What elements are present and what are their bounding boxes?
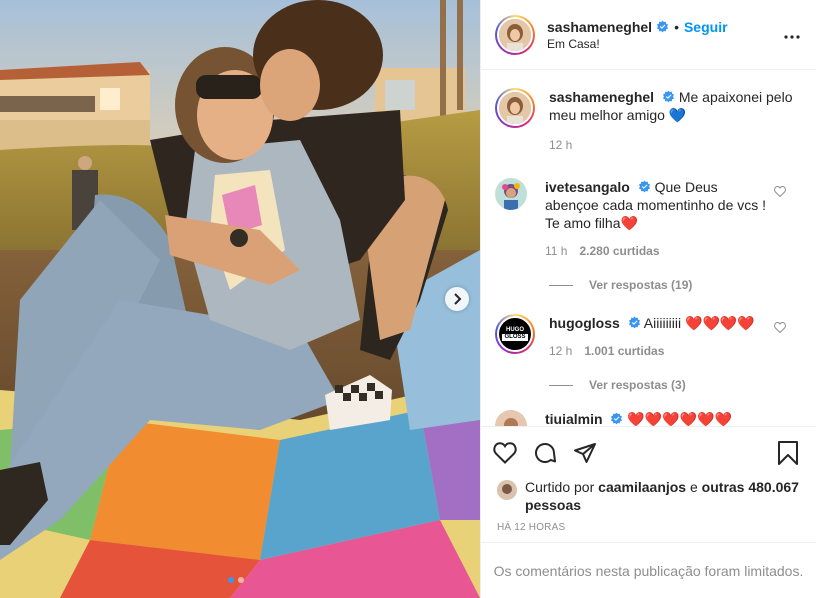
avatar-logo-text: HUGO: [506, 327, 524, 333]
heart-icon: [774, 185, 786, 198]
commenter-avatar[interactable]: HUGO GLOSS: [495, 314, 535, 354]
share-icon: [574, 442, 596, 463]
author-avatar[interactable]: [495, 14, 535, 55]
verified-badge-icon: [657, 20, 669, 33]
comment-likes[interactable]: 1.001 curtidas: [584, 342, 664, 360]
view-replies-button[interactable]: Ver respostas (19): [549, 278, 802, 292]
comment-button[interactable]: [531, 439, 559, 467]
comment-text: Aiiiiiiiii ❤️❤️❤️❤️: [643, 315, 755, 331]
caption-author-avatar[interactable]: [495, 88, 535, 128]
post-side-panel: sashameneghel • Seguir Em Casa! sashamen…: [480, 0, 816, 598]
avatar-logo-text: GLOSS: [502, 334, 528, 341]
liked-by-conj: e: [689, 479, 698, 495]
post-time-ago[interactable]: HÁ 12 HORAS: [481, 514, 816, 542]
comment-like-button[interactable]: [774, 320, 786, 336]
comment-likes[interactable]: 2.280 curtidas: [579, 242, 659, 260]
commenter-username[interactable]: tiuialmin: [545, 411, 603, 426]
carousel-dot: [238, 577, 244, 583]
commenter-username[interactable]: ivetesangalo: [545, 179, 630, 195]
caption-username[interactable]: sashameneghel: [549, 89, 654, 105]
heart-icon: [774, 321, 786, 334]
carousel-indicator: [228, 577, 244, 583]
avatar-photo: [499, 92, 531, 124]
verified-badge-icon: [662, 90, 674, 103]
view-replies-label: Ver respostas (19): [589, 278, 693, 292]
more-options-icon: [784, 35, 800, 39]
commenter-avatar[interactable]: [495, 410, 527, 426]
replies-divider: [549, 384, 573, 386]
avatar-photo: [495, 178, 527, 210]
heart-icon: [493, 441, 517, 464]
avatar-photo: [499, 18, 531, 51]
comment-text: ❤️❤️❤️❤️❤️❤️: [627, 411, 732, 426]
commenter-avatar[interactable]: [495, 178, 527, 210]
comment-like-button[interactable]: [774, 184, 786, 200]
comments-limited-notice: Os comentários nesta publicação foram li…: [481, 542, 816, 598]
avatar-photo: [495, 410, 527, 426]
caption-time[interactable]: 12 h: [549, 136, 572, 154]
photo-scene: [0, 0, 480, 598]
liker-avatar[interactable]: [497, 480, 517, 500]
verified-badge-icon: [611, 412, 623, 425]
follow-button[interactable]: Seguir: [684, 19, 728, 35]
view-replies-label: Ver respostas (3): [589, 378, 686, 392]
save-icon: [778, 441, 798, 465]
carousel-dot-active: [228, 577, 234, 583]
liked-by: Curtido por caamilaanjos e outras 480.06…: [481, 478, 816, 514]
instagram-post: sashameneghel • Seguir Em Casa! sashamen…: [0, 0, 816, 598]
comment-icon: [535, 442, 556, 463]
post-actions-bar: [481, 426, 816, 478]
header-separator: •: [674, 18, 679, 35]
liked-by-user[interactable]: caamilaanjos: [598, 479, 686, 495]
share-button[interactable]: [571, 439, 599, 467]
view-replies-button[interactable]: Ver respostas (3): [549, 378, 802, 392]
comments-list[interactable]: sashameneghel Me apaixonei pelo meu melh…: [481, 70, 816, 426]
comment-time[interactable]: 11 h: [545, 242, 567, 260]
save-button[interactable]: [774, 439, 802, 467]
more-options-button[interactable]: [784, 26, 800, 42]
liked-by-prefix: Curtido por: [525, 479, 595, 495]
comment-item: HUGO GLOSS hugogloss Aiiiiiiiii ❤️❤️❤️❤️: [495, 314, 802, 360]
post-location[interactable]: Em Casa!: [547, 37, 728, 51]
verified-badge-icon: [628, 316, 640, 329]
author-username[interactable]: sashameneghel: [547, 19, 652, 35]
replies-divider: [549, 284, 573, 286]
post-header: sashameneghel • Seguir Em Casa!: [481, 0, 816, 70]
like-button[interactable]: [491, 439, 519, 467]
verified-badge-icon: [638, 180, 650, 193]
comment-time[interactable]: 12 h: [549, 342, 572, 360]
post-caption: sashameneghel Me apaixonei pelo meu melh…: [495, 88, 802, 154]
post-photo[interactable]: [0, 0, 480, 598]
comment-item: ivetesangalo Que Deus abençoe cada momen…: [495, 178, 802, 260]
comment-item: tiuialmin ❤️❤️❤️❤️❤️❤️: [495, 410, 802, 426]
carousel-next-button[interactable]: [445, 287, 469, 311]
commenter-username[interactable]: hugogloss: [549, 315, 620, 331]
avatar-photo: [497, 480, 517, 500]
chevron-right-icon: [454, 293, 462, 305]
